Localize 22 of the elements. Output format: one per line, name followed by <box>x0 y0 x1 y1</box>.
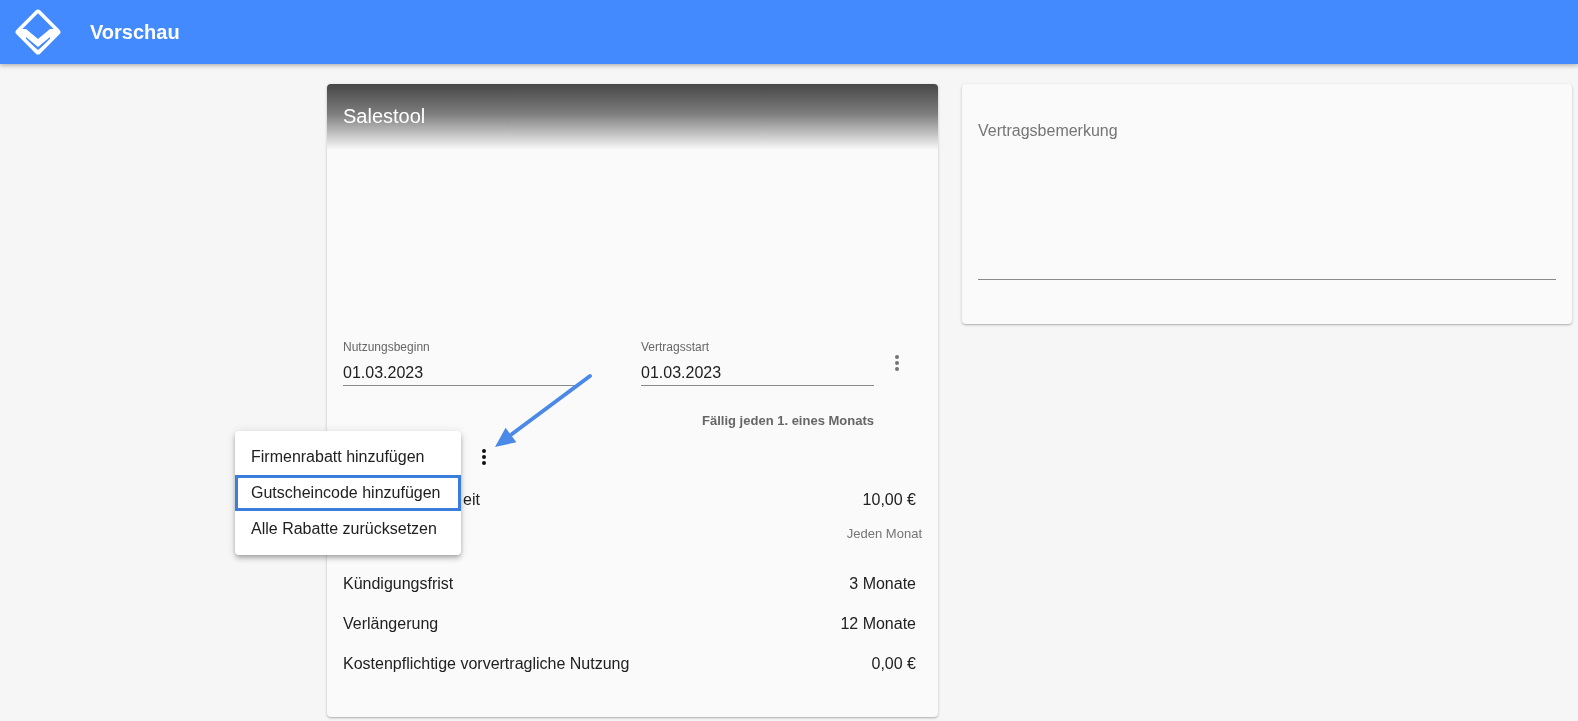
menu-item[interactable]: Firmenrabatt hinzufügen <box>235 439 461 475</box>
field-label: Nutzungsbeginn <box>343 340 430 354</box>
due-note: Fällig jeden 1. eines Monats <box>702 413 874 429</box>
logo-icon <box>13 7 63 57</box>
row-label: eit <box>463 491 480 509</box>
row-label: Kündigungsfrist <box>343 575 454 593</box>
card-title: Salestool <box>343 104 426 128</box>
row-label: Kostenpflichtige vorvertragliche Nutzung <box>343 655 630 673</box>
more-vertical-icon <box>482 449 486 465</box>
row-value: 0,00 € <box>871 655 916 673</box>
billing-interval: Jeden Monat <box>846 526 922 542</box>
menu-item[interactable]: Gutscheincode hinzufügen <box>235 475 461 511</box>
field-label: Vertragsstart <box>641 340 710 354</box>
row-value: 3 Monate <box>849 575 916 593</box>
row-value: 10,00 € <box>862 491 916 509</box>
menu-item[interactable]: Alle Rabatte zurücksetzen <box>235 511 461 547</box>
row-value: 12 Monate <box>840 615 916 633</box>
remark-card[interactable]: Vertragsbemerkung <box>962 84 1572 324</box>
app-title: Vorschau <box>90 20 180 44</box>
row-label: Verlängerung <box>343 615 439 633</box>
remark-field[interactable]: Vertragsbemerkung <box>978 122 1556 280</box>
more-vertical-icon <box>895 355 899 371</box>
